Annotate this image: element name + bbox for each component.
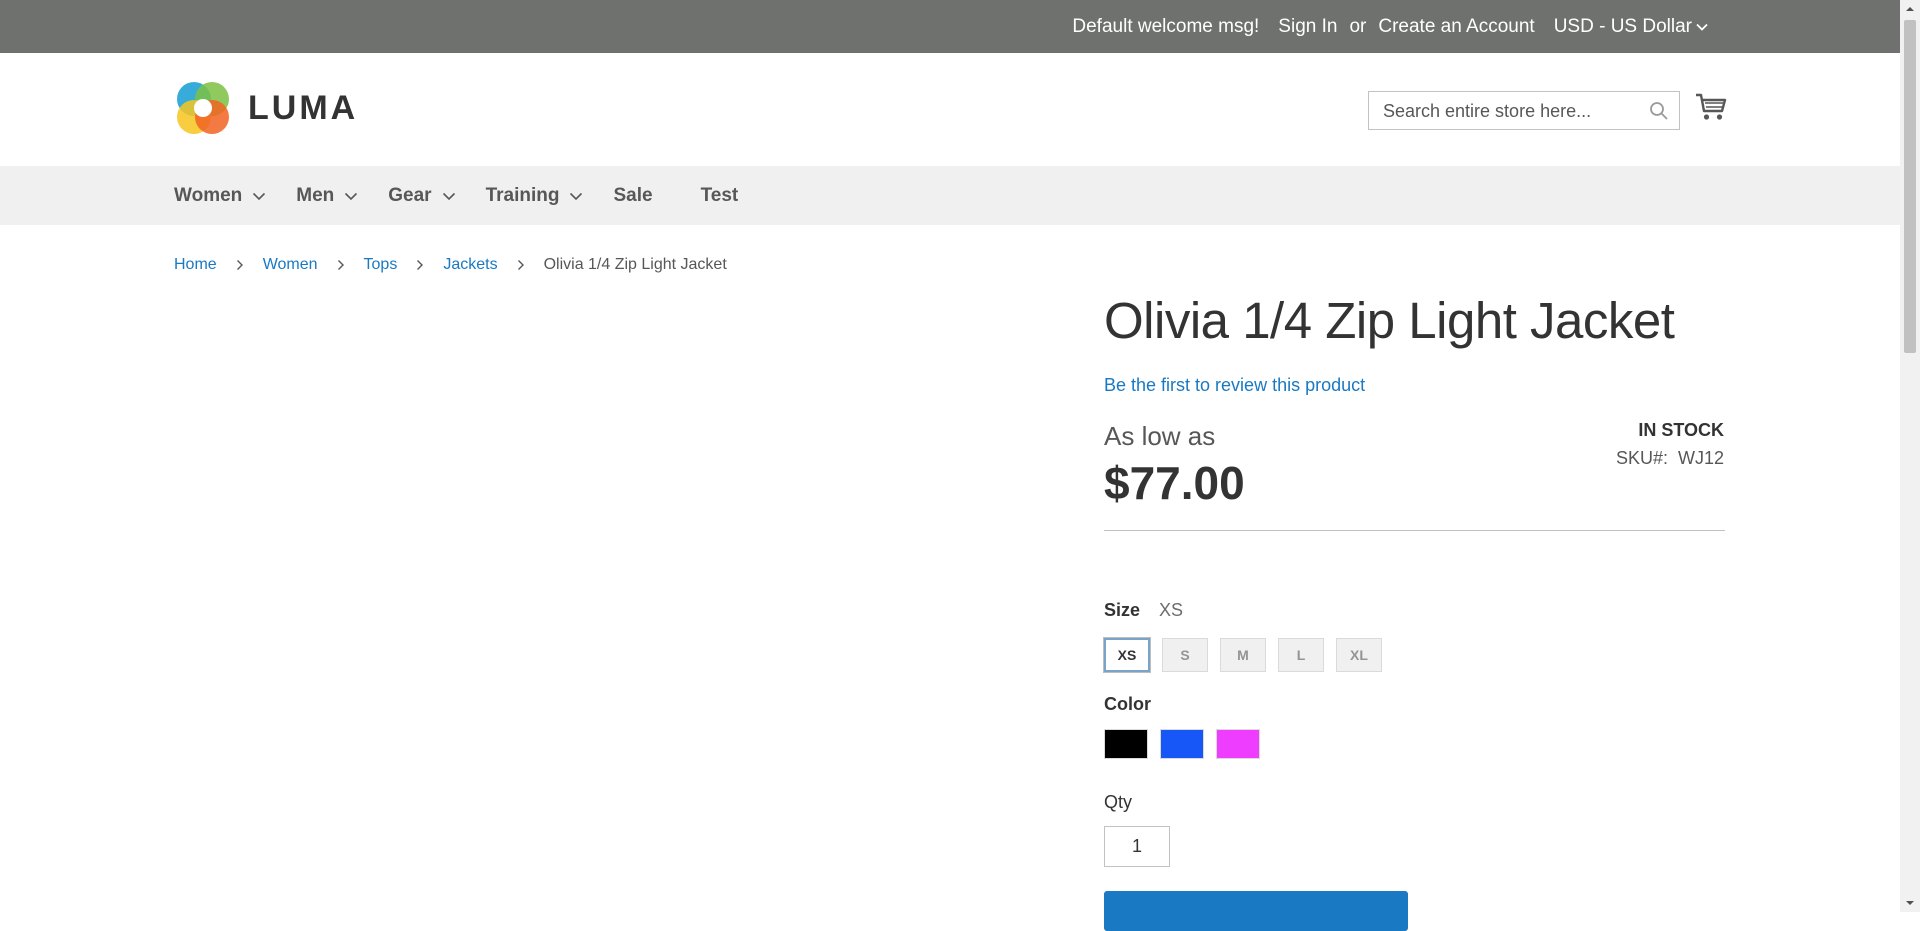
chevron-down-icon [345, 192, 358, 200]
breadcrumb-link[interactable]: Tops [364, 256, 398, 274]
scrollbar-thumb[interactable] [1904, 20, 1916, 353]
nav-item-gear[interactable]: Gear [388, 185, 455, 207]
nav-item-test[interactable]: Test [701, 185, 739, 207]
color-label: Color [1104, 694, 1151, 714]
color-option-black[interactable] [1104, 729, 1148, 759]
size-swatches: XS S M L XL [1103, 637, 1382, 673]
luma-logo-icon [177, 82, 229, 134]
nav-item-label: Men [296, 184, 335, 206]
sku-label: SKU#: [1615, 448, 1668, 468]
currency-label: USD - US Dollar [1553, 15, 1692, 37]
search-input[interactable] [1381, 92, 1645, 131]
cart-icon[interactable] [1695, 92, 1727, 122]
sign-in-link[interactable]: Sign In [1278, 16, 1337, 38]
currency-switcher[interactable]: USD - US Dollar [1554, 16, 1708, 38]
welcome-message: Default welcome msg! [1072, 15, 1260, 37]
breadcrumb-link[interactable]: Home [174, 256, 217, 274]
sku-value: WJ12 [1677, 448, 1724, 468]
chevron-down-icon [570, 192, 583, 200]
breadcrumb: Home Women Tops Jackets Olivia 1/4 Zip Light… [174, 256, 727, 274]
scrollbar[interactable] [1900, 0, 1920, 912]
header-links: Default welcome msg! Sign In or Create a… [1072, 0, 1708, 53]
search-box [1368, 91, 1680, 131]
nav-item-label: Sale [613, 184, 653, 206]
top-panel: Default welcome msg! Sign In or Create a… [0, 0, 1900, 53]
qty-input[interactable] [1104, 826, 1170, 867]
scroll-up-arrow-icon[interactable] [1905, 4, 1915, 14]
product-title: Olivia 1/4 Zip Light Jacket [1104, 292, 1675, 349]
search-icon[interactable] [1649, 101, 1669, 121]
nav-item-label: Women [174, 184, 243, 206]
nav-item-label: Training [485, 184, 560, 206]
chevron-down-icon [442, 192, 455, 200]
size-option-l[interactable]: L [1278, 638, 1324, 672]
chevron-right-icon [517, 260, 524, 270]
nav-item-label: Gear [388, 184, 432, 206]
logo-text: LUMA [248, 88, 359, 127]
breadcrumb-current: Olivia 1/4 Zip Light Jacket [543, 256, 727, 273]
price-label: As low as [1104, 421, 1216, 451]
main-navigation: Women Men Gear Training Sale Test [0, 166, 1900, 225]
create-account-link[interactable]: Create an Account [1378, 16, 1534, 38]
size-selected-value: XS [1159, 600, 1184, 620]
color-option-blue[interactable] [1160, 729, 1204, 759]
chevron-right-icon [236, 260, 243, 270]
breadcrumb-link[interactable]: Jackets [443, 256, 497, 274]
chevron-down-icon [1696, 23, 1708, 31]
chevron-right-icon [337, 260, 344, 270]
color-swatches [1104, 729, 1260, 759]
scroll-down-arrow-icon[interactable] [1905, 898, 1915, 908]
size-option-s[interactable]: S [1162, 638, 1208, 672]
divider [1104, 530, 1725, 531]
nav-item-men[interactable]: Men [296, 185, 358, 207]
store-logo[interactable]: LUMA [174, 79, 358, 137]
stock-status: In stock [1638, 420, 1724, 440]
chevron-right-icon [417, 260, 424, 270]
nav-item-women[interactable]: Women [174, 185, 266, 207]
product-price: $77.00 [1104, 457, 1245, 509]
size-option-xl[interactable]: XL [1336, 638, 1382, 672]
qty-label: Qty [1104, 792, 1133, 812]
nav-item-sale[interactable]: Sale [613, 185, 652, 207]
add-to-cart-button[interactable] [1104, 891, 1408, 931]
size-label: Size [1104, 600, 1141, 620]
nav-item-label: Test [700, 184, 739, 206]
review-link[interactable]: Be the first to review this product [1104, 375, 1365, 396]
size-option-m[interactable]: M [1220, 638, 1266, 672]
sku: SKU#: WJ12 [1616, 448, 1724, 469]
breadcrumb-link[interactable]: Women [263, 256, 318, 274]
chevron-down-icon [253, 192, 266, 200]
color-option-purple[interactable] [1216, 729, 1260, 759]
or-separator: or [1349, 15, 1367, 37]
nav-item-training[interactable]: Training [486, 185, 584, 207]
size-option-xs[interactable]: XS [1103, 637, 1151, 673]
